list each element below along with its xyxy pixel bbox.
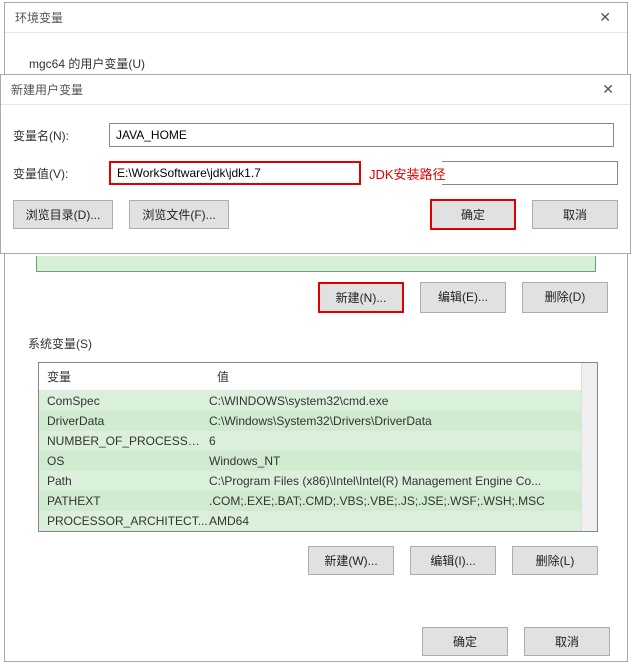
close-icon[interactable]: ✕ [593, 9, 617, 26]
browse-dir-button[interactable]: 浏览目录(D)... [13, 200, 113, 229]
cancel-button[interactable]: 取消 [532, 200, 618, 229]
delete-sys-button[interactable]: 删除(L) [512, 546, 598, 575]
edit-user-button[interactable]: 编辑(E)... [420, 282, 506, 313]
var-value-label: 变量值(V): [13, 165, 109, 182]
value-input-remainder[interactable] [442, 161, 618, 185]
var-name-input[interactable] [109, 123, 614, 147]
new-sys-button[interactable]: 新建(W)... [308, 546, 394, 575]
annotation-text: JDK安装路径 [369, 164, 446, 183]
user-vars-label: mgc64 的用户变量(U) [29, 55, 603, 72]
cell-variable: DriverData [47, 414, 209, 428]
system-vars-table: 变量 值 ComSpecC:\WINDOWS\system32\cmd.exeD… [38, 362, 598, 532]
table-row[interactable]: OSWindows_NT [39, 451, 581, 471]
cell-value: C:\Windows\System32\Drivers\DriverData [209, 414, 581, 428]
new-user-var-dialog: 新建用户变量 ✕ 变量名(N): 变量值(V): JDK安装路径 浏览目录(D)… [0, 74, 631, 254]
scrollbar[interactable] [581, 363, 597, 531]
cell-variable: NUMBER_OF_PROCESSORS [47, 434, 209, 448]
env-dialog-buttons: 确定 取消 [422, 627, 610, 656]
new-user-button[interactable]: 新建(N)... [318, 282, 404, 313]
table-row[interactable]: PROCESSOR_ARCHITECT...AMD64 [39, 511, 581, 531]
delete-user-button[interactable]: 删除(D) [522, 282, 608, 313]
cell-value: AMD64 [209, 514, 581, 528]
cell-value: C:\Program Files (x86)\Intel\Intel(R) Ma… [209, 474, 581, 488]
cell-variable: PROCESSOR_ARCHITECT... [47, 514, 209, 528]
cell-variable: PATHEXT [47, 494, 209, 508]
cell-value: 6 [209, 434, 581, 448]
table-row[interactable]: NUMBER_OF_PROCESSORS6 [39, 431, 581, 451]
table-row[interactable]: PATHEXT.COM;.EXE;.BAT;.CMD;.VBS;.VBE;.JS… [39, 491, 581, 511]
close-icon[interactable]: ✕ [596, 81, 620, 98]
ok-button[interactable]: 确定 [430, 199, 516, 230]
env-title-bar: 环境变量 ✕ [5, 3, 627, 33]
table-row[interactable]: DriverDataC:\Windows\System32\Drivers\Dr… [39, 411, 581, 431]
system-vars-label: 系统变量(S) [28, 335, 608, 352]
env-lower-section: 新建(N)... 编辑(E)... 删除(D) 系统变量(S) 变量 值 Com… [28, 276, 608, 597]
cell-value: Windows_NT [209, 454, 581, 468]
browse-file-button[interactable]: 浏览文件(F)... [129, 200, 229, 229]
edit-sys-button[interactable]: 编辑(I)... [410, 546, 496, 575]
var-value-input[interactable] [109, 161, 361, 185]
table-row[interactable]: ComSpecC:\WINDOWS\system32\cmd.exe [39, 391, 581, 411]
env-ok-button[interactable]: 确定 [422, 627, 508, 656]
col-value[interactable]: 值 [209, 363, 581, 390]
env-title-text: 环境变量 [15, 9, 63, 26]
new-title-text: 新建用户变量 [11, 81, 83, 98]
new-title-bar: 新建用户变量 ✕ [1, 75, 630, 105]
cell-variable: ComSpec [47, 394, 209, 408]
var-name-label: 变量名(N): [13, 127, 109, 144]
table-row[interactable]: PathC:\Program Files (x86)\Intel\Intel(R… [39, 471, 581, 491]
cell-value: .COM;.EXE;.BAT;.CMD;.VBS;.VBE;.JS;.JSE;.… [209, 494, 581, 508]
cell-variable: OS [47, 454, 209, 468]
user-list-fragment [36, 256, 596, 272]
cell-variable: Path [47, 474, 209, 488]
table-header: 变量 值 [39, 363, 581, 391]
cell-value: C:\WINDOWS\system32\cmd.exe [209, 394, 581, 408]
col-variable[interactable]: 变量 [39, 363, 209, 390]
env-cancel-button[interactable]: 取消 [524, 627, 610, 656]
